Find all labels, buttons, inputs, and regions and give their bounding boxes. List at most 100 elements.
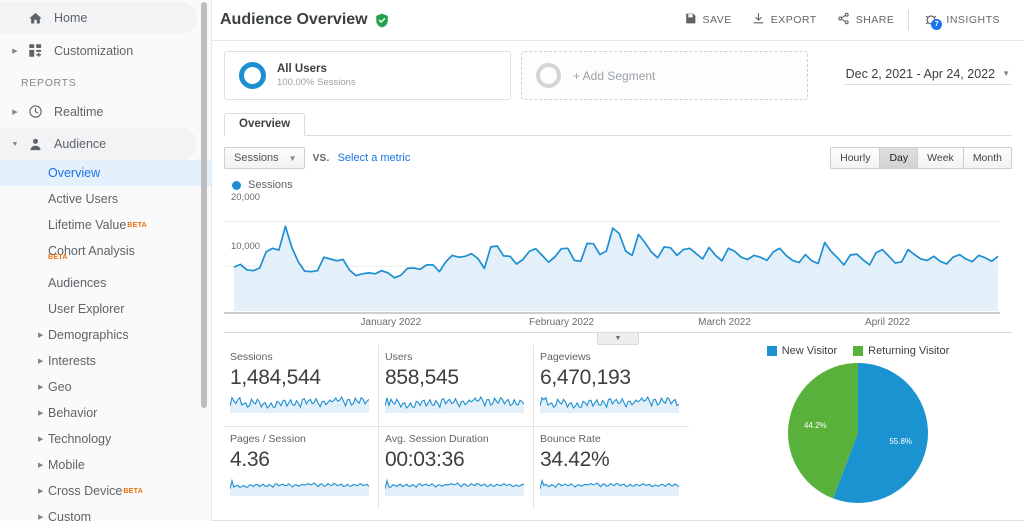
- page-title: Audience Overview: [220, 11, 389, 29]
- metric-bounce-rate[interactable]: Bounce Rate 34.42%: [534, 427, 689, 509]
- legend-label-returning-visitor: Returning Visitor: [868, 345, 950, 357]
- chevron-right-icon: ▶: [12, 47, 18, 55]
- sidebar-item-mobile[interactable]: ▶ Mobile: [0, 452, 211, 478]
- granularity-day[interactable]: Day: [880, 148, 919, 168]
- legend-label-sessions: Sessions: [248, 179, 293, 191]
- sidebar-subitem-label: Custom: [48, 510, 92, 521]
- sidebar-subitem-label: Technology: [48, 432, 112, 446]
- sidebar-subitem-label: Active Users: [48, 192, 119, 206]
- sidebar-item-technology[interactable]: ▶ Technology: [0, 426, 211, 452]
- metric-label: Users: [385, 351, 413, 363]
- save-button[interactable]: SAVE: [674, 5, 742, 35]
- select-a-metric-link[interactable]: Select a metric: [338, 152, 411, 164]
- sparkline-svg: [229, 478, 370, 496]
- share-button[interactable]: SHARE: [827, 5, 905, 35]
- metric-avg-session-duration[interactable]: Avg. Session Duration 00:03:36: [379, 427, 534, 509]
- sidebar-item-label-audience: Audience: [54, 137, 107, 151]
- metric-pages-per-session[interactable]: Pages / Session 4.36: [224, 427, 379, 509]
- person-icon: [22, 137, 48, 152]
- metric-label: Sessions: [230, 351, 273, 363]
- chart-legend: Sessions: [224, 179, 1012, 191]
- metric-value: 1,484,544: [230, 366, 321, 389]
- sidebar-item-cohort-analysis[interactable]: Cohort Analysis BETA: [0, 238, 211, 264]
- insights-badge: 7: [931, 18, 943, 30]
- beta-badge: BETA: [127, 221, 148, 229]
- pie-legend-new-visitor[interactable]: New Visitor: [766, 345, 838, 357]
- sidebar-subitem-label: Lifetime Value: [48, 218, 127, 232]
- sidebar-item-label-customization: Customization: [54, 43, 134, 58]
- legend-swatch-new-visitor: [766, 346, 777, 356]
- chevron-right-icon: ▶: [38, 488, 44, 495]
- sparkline-svg: [384, 478, 525, 496]
- sidebar-subitem-label: Interests: [48, 354, 96, 368]
- add-segment-button[interactable]: + Add Segment: [521, 51, 808, 100]
- sidebar-item-lifetime-value[interactable]: Lifetime Value BETA: [0, 212, 211, 238]
- sidebar-item-user-explorer[interactable]: User Explorer: [0, 296, 211, 322]
- sidebar-scrollbar[interactable]: [201, 2, 207, 408]
- metric-controls: Sessions ▼ VS. Select a metric Hourly Da…: [212, 136, 1024, 169]
- metric-label: Pageviews: [540, 351, 591, 363]
- sidebar-item-audiences[interactable]: Audiences: [0, 270, 211, 296]
- sparkline-svg: [539, 395, 680, 413]
- chevron-down-icon: ▼: [11, 140, 19, 148]
- sidebar-item-realtime[interactable]: ▶ Realtime: [0, 95, 211, 128]
- metric-users[interactable]: Users 858,545: [379, 345, 534, 427]
- segment-text: All Users 100.00% Sessions: [277, 62, 356, 89]
- chart-collapse-button[interactable]: ▼: [597, 333, 639, 345]
- sidebar-item-label-realtime: Realtime: [54, 104, 104, 119]
- metric-sessions[interactable]: Sessions 1,484,544: [224, 345, 379, 427]
- sidebar-item-custom[interactable]: ▶ Custom: [0, 504, 211, 521]
- metric-value: 858,545: [385, 366, 459, 389]
- pie-legend-returning-visitor[interactable]: Returning Visitor: [853, 345, 949, 357]
- metric-label: Bounce Rate: [540, 433, 601, 445]
- report-header: Audience Overview SAVE EXPORT SHARE 7 IN…: [212, 0, 1024, 41]
- sidebar-item-demographics[interactable]: ▶ Demographics: [0, 322, 211, 348]
- metric-value: 00:03:36: [385, 448, 465, 471]
- metric-pageviews[interactable]: Pageviews 6,470,193: [534, 345, 689, 427]
- sidebar-item-cross-device[interactable]: ▶ Cross Device BETA: [0, 478, 211, 504]
- tab-overview[interactable]: Overview: [224, 113, 306, 136]
- pie-svg[interactable]: 55.8% 44.2%: [778, 359, 938, 509]
- granularity-label: Week: [927, 152, 954, 164]
- segment-all-users[interactable]: All Users 100.00% Sessions: [224, 51, 511, 100]
- sparkline: [229, 391, 370, 418]
- sidebar-item-audience[interactable]: ▼ Audience: [0, 128, 197, 160]
- sidebar-item-home[interactable]: Home: [0, 2, 197, 34]
- metric-select[interactable]: Sessions ▼: [224, 147, 305, 169]
- date-range-value: Dec 2, 2021 - Apr 24, 2022: [845, 66, 996, 81]
- sparkline-svg: [229, 395, 370, 413]
- chevron-right-icon: ▶: [38, 384, 44, 391]
- segment-ring-icon: [239, 62, 266, 89]
- metric-label: Pages / Session: [230, 433, 306, 445]
- chevron-right-icon: ▶: [38, 462, 44, 469]
- chart-bottom-rule: ▼: [224, 332, 1012, 345]
- sidebar-item-customization[interactable]: ▶ Customization: [0, 34, 211, 67]
- chart-plot-area[interactable]: 20,000 10,000: [224, 192, 1012, 315]
- sidebar-item-active-users[interactable]: Active Users: [0, 186, 211, 212]
- chart-xtick: April 2022: [864, 317, 910, 328]
- sidebar-item-interests[interactable]: ▶ Interests: [0, 348, 211, 374]
- sidebar-item-behavior[interactable]: ▶ Behavior: [0, 400, 211, 426]
- page-title-text: Audience Overview: [220, 11, 368, 28]
- insights-icon: 7: [923, 13, 943, 30]
- insights-button[interactable]: 7 INSIGHTS: [913, 5, 1010, 35]
- date-range-picker[interactable]: Dec 2, 2021 - Apr 24, 2022 ▼: [843, 66, 1012, 85]
- segment-detail: 100.00% Sessions: [277, 77, 356, 88]
- granularity-week[interactable]: Week: [918, 148, 964, 168]
- legend-label-new-visitor: New Visitor: [781, 345, 838, 357]
- clock-icon: [22, 104, 48, 119]
- pie-legend: New Visitor Returning Visitor: [766, 345, 949, 357]
- bottom-panels: Sessions 1,484,544 Users 858,545 Pagevie…: [224, 345, 1012, 509]
- sidebar-item-overview[interactable]: Overview: [0, 160, 211, 186]
- sidebar-subitem-label: Audiences: [48, 276, 107, 290]
- sidebar-item-label-home: Home: [54, 11, 88, 25]
- verified-shield-icon: [375, 13, 389, 28]
- share-label: SHARE: [855, 14, 895, 26]
- granularity-month[interactable]: Month: [963, 148, 1011, 168]
- sidebar-subitem-label: Overview: [48, 166, 101, 180]
- sparkline: [539, 391, 680, 418]
- beta-badge: BETA: [48, 254, 68, 261]
- granularity-hourly[interactable]: Hourly: [831, 148, 881, 168]
- export-button[interactable]: EXPORT: [742, 5, 827, 35]
- sidebar-item-geo[interactable]: ▶ Geo: [0, 374, 211, 400]
